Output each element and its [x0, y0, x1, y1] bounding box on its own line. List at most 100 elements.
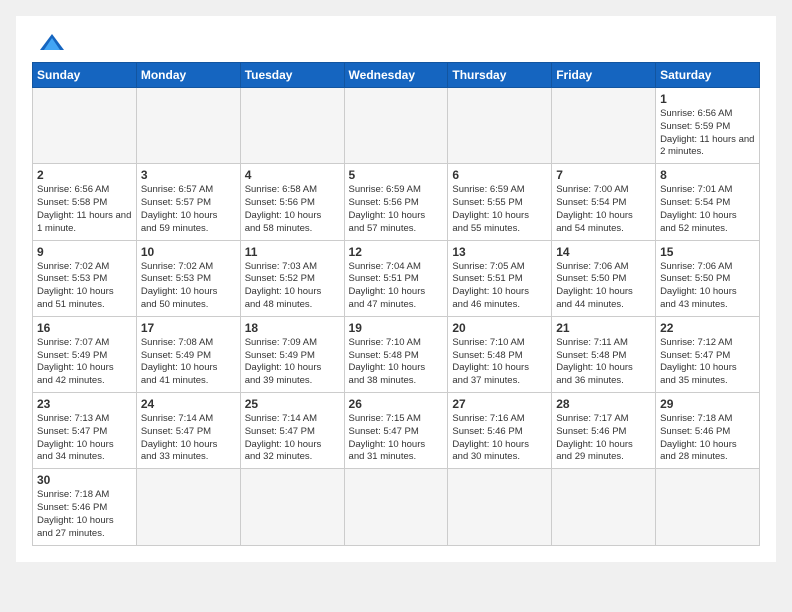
day-info: Sunrise: 7:09 AMSunset: 5:49 PMDaylight:… — [245, 337, 340, 388]
logo-icon — [38, 32, 66, 54]
calendar-cell: 21 Sunrise: 7:11 AMSunset: 5:48 PMDayligh… — [552, 316, 656, 392]
calendar-cell: 17 Sunrise: 7:08 AMSunset: 5:49 PMDayligh… — [136, 316, 240, 392]
day-number: 16 — [37, 321, 132, 335]
calendar-cell — [136, 469, 240, 545]
day-number: 4 — [245, 168, 340, 182]
day-info: Sunrise: 7:14 AMSunset: 5:47 PMDaylight:… — [141, 413, 236, 464]
calendar-cell: 18 Sunrise: 7:09 AMSunset: 5:49 PMDayligh… — [240, 316, 344, 392]
weekday-header-monday: Monday — [136, 63, 240, 88]
calendar-cell: 28 Sunrise: 7:17 AMSunset: 5:46 PMDayligh… — [552, 393, 656, 469]
day-number: 22 — [660, 321, 755, 335]
day-info: Sunrise: 7:17 AMSunset: 5:46 PMDaylight:… — [556, 413, 651, 464]
day-info: Sunrise: 6:57 AMSunset: 5:57 PMDaylight:… — [141, 184, 236, 235]
calendar-cell: 25 Sunrise: 7:14 AMSunset: 5:47 PMDayligh… — [240, 393, 344, 469]
calendar-cell: 7Sunrise: 7:00 AMSunset: 5:54 PMDaylight… — [552, 164, 656, 240]
day-number: 20 — [452, 321, 547, 335]
day-number: 12 — [349, 245, 444, 259]
weekday-header-wednesday: Wednesday — [344, 63, 448, 88]
calendar-cell: 8Sunrise: 7:01 AMSunset: 5:54 PMDaylight… — [656, 164, 760, 240]
calendar-cell: 4 Sunrise: 6:58 AMSunset: 5:56 PMDaylight… — [240, 164, 344, 240]
calendar-row-1: 2Sunrise: 6:56 AMSunset: 5:58 PMDaylight… — [33, 164, 760, 240]
day-number: 27 — [452, 397, 547, 411]
calendar-cell: 16 Sunrise: 7:07 AMSunset: 5:49 PMDayligh… — [33, 316, 137, 392]
day-info: Sunrise: 7:12 AMSunset: 5:47 PMDaylight:… — [660, 337, 755, 388]
day-number: 18 — [245, 321, 340, 335]
day-number: 9 — [37, 245, 132, 259]
calendar-cell: 14Sunrise: 7:06 AMSunset: 5:50 PMDayligh… — [552, 240, 656, 316]
day-number: 11 — [245, 245, 340, 259]
day-number: 3 — [141, 168, 236, 182]
calendar-cell: 2Sunrise: 6:56 AMSunset: 5:58 PMDaylight… — [33, 164, 137, 240]
calendar-cell — [448, 88, 552, 164]
day-info: Sunrise: 7:02 AMSunset: 5:53 PMDaylight:… — [141, 261, 236, 312]
day-number: 26 — [349, 397, 444, 411]
calendar-cell: 5Sunrise: 6:59 AMSunset: 5:56 PMDaylight… — [344, 164, 448, 240]
day-info: Sunrise: 6:56 AMSunset: 5:59 PMDaylight:… — [660, 108, 755, 159]
day-number: 28 — [556, 397, 651, 411]
weekday-header-saturday: Saturday — [656, 63, 760, 88]
calendar-cell: 3 Sunrise: 6:57 AMSunset: 5:57 PMDaylight… — [136, 164, 240, 240]
day-info: Sunrise: 6:59 AMSunset: 5:55 PMDaylight:… — [452, 184, 547, 235]
day-number: 15 — [660, 245, 755, 259]
day-info: Sunrise: 6:56 AMSunset: 5:58 PMDaylight:… — [37, 184, 132, 235]
calendar-row-5: 30Sunrise: 7:18 AMSunset: 5:46 PMDayligh… — [33, 469, 760, 545]
calendar-cell: 30Sunrise: 7:18 AMSunset: 5:46 PMDayligh… — [33, 469, 137, 545]
day-info: Sunrise: 7:07 AMSunset: 5:49 PMDaylight:… — [37, 337, 132, 388]
calendar-cell — [136, 88, 240, 164]
day-info: Sunrise: 7:16 AMSunset: 5:46 PMDaylight:… — [452, 413, 547, 464]
day-number: 17 — [141, 321, 236, 335]
day-number: 21 — [556, 321, 651, 335]
calendar-cell — [344, 469, 448, 545]
day-info: Sunrise: 7:15 AMSunset: 5:47 PMDaylight:… — [349, 413, 444, 464]
calendar-row-4: 23Sunrise: 7:13 AMSunset: 5:47 PMDayligh… — [33, 393, 760, 469]
calendar-cell — [240, 469, 344, 545]
calendar-cell: 19 Sunrise: 7:10 AMSunset: 5:48 PMDayligh… — [344, 316, 448, 392]
day-number: 10 — [141, 245, 236, 259]
day-number: 19 — [349, 321, 444, 335]
day-number: 25 — [245, 397, 340, 411]
calendar-cell: 1 Sunrise: 6:56 AMSunset: 5:59 PMDaylight… — [656, 88, 760, 164]
day-info: Sunrise: 7:02 AMSunset: 5:53 PMDaylight:… — [37, 261, 132, 312]
day-number: 6 — [452, 168, 547, 182]
weekday-header-friday: Friday — [552, 63, 656, 88]
day-number: 24 — [141, 397, 236, 411]
calendar-cell — [240, 88, 344, 164]
logo — [32, 32, 66, 50]
calendar-cell: 29Sunrise: 7:18 AMSunset: 5:46 PMDayligh… — [656, 393, 760, 469]
day-info: Sunrise: 7:08 AMSunset: 5:49 PMDaylight:… — [141, 337, 236, 388]
calendar-cell: 13 Sunrise: 7:05 AMSunset: 5:51 PMDayligh… — [448, 240, 552, 316]
day-info: Sunrise: 7:11 AMSunset: 5:48 PMDaylight:… — [556, 337, 651, 388]
calendar-cell — [448, 469, 552, 545]
weekday-header-row: SundayMondayTuesdayWednesdayThursdayFrid… — [33, 63, 760, 88]
calendar-cell — [33, 88, 137, 164]
day-info: Sunrise: 7:01 AMSunset: 5:54 PMDaylight:… — [660, 184, 755, 235]
calendar-row-2: 9 Sunrise: 7:02 AMSunset: 5:53 PMDaylight… — [33, 240, 760, 316]
day-info: Sunrise: 7:10 AMSunset: 5:48 PMDaylight:… — [349, 337, 444, 388]
calendar-cell: 24 Sunrise: 7:14 AMSunset: 5:47 PMDayligh… — [136, 393, 240, 469]
day-number: 1 — [660, 92, 755, 106]
calendar-row-3: 16 Sunrise: 7:07 AMSunset: 5:49 PMDayligh… — [33, 316, 760, 392]
calendar-cell: 22 Sunrise: 7:12 AMSunset: 5:47 PMDayligh… — [656, 316, 760, 392]
day-info: Sunrise: 6:59 AMSunset: 5:56 PMDaylight:… — [349, 184, 444, 235]
calendar-cell: 27 Sunrise: 7:16 AMSunset: 5:46 PMDayligh… — [448, 393, 552, 469]
day-info: Sunrise: 7:10 AMSunset: 5:48 PMDaylight:… — [452, 337, 547, 388]
calendar-cell: 6 Sunrise: 6:59 AMSunset: 5:55 PMDaylight… — [448, 164, 552, 240]
weekday-header-thursday: Thursday — [448, 63, 552, 88]
calendar-page: SundayMondayTuesdayWednesdayThursdayFrid… — [16, 16, 776, 562]
day-number: 13 — [452, 245, 547, 259]
calendar-cell: 26 Sunrise: 7:15 AMSunset: 5:47 PMDayligh… — [344, 393, 448, 469]
calendar-cell: 23Sunrise: 7:13 AMSunset: 5:47 PMDayligh… — [33, 393, 137, 469]
calendar-row-0: 1 Sunrise: 6:56 AMSunset: 5:59 PMDaylight… — [33, 88, 760, 164]
day-info: Sunrise: 7:05 AMSunset: 5:51 PMDaylight:… — [452, 261, 547, 312]
calendar-cell — [552, 469, 656, 545]
day-info: Sunrise: 6:58 AMSunset: 5:56 PMDaylight:… — [245, 184, 340, 235]
day-info: Sunrise: 7:13 AMSunset: 5:47 PMDaylight:… — [37, 413, 132, 464]
day-info: Sunrise: 7:14 AMSunset: 5:47 PMDaylight:… — [245, 413, 340, 464]
calendar-cell: 10 Sunrise: 7:02 AMSunset: 5:53 PMDayligh… — [136, 240, 240, 316]
day-info: Sunrise: 7:04 AMSunset: 5:51 PMDaylight:… — [349, 261, 444, 312]
day-number: 29 — [660, 397, 755, 411]
weekday-header-sunday: Sunday — [33, 63, 137, 88]
calendar-table: SundayMondayTuesdayWednesdayThursdayFrid… — [32, 62, 760, 546]
calendar-cell: 15Sunrise: 7:06 AMSunset: 5:50 PMDayligh… — [656, 240, 760, 316]
day-info: Sunrise: 7:00 AMSunset: 5:54 PMDaylight:… — [556, 184, 651, 235]
